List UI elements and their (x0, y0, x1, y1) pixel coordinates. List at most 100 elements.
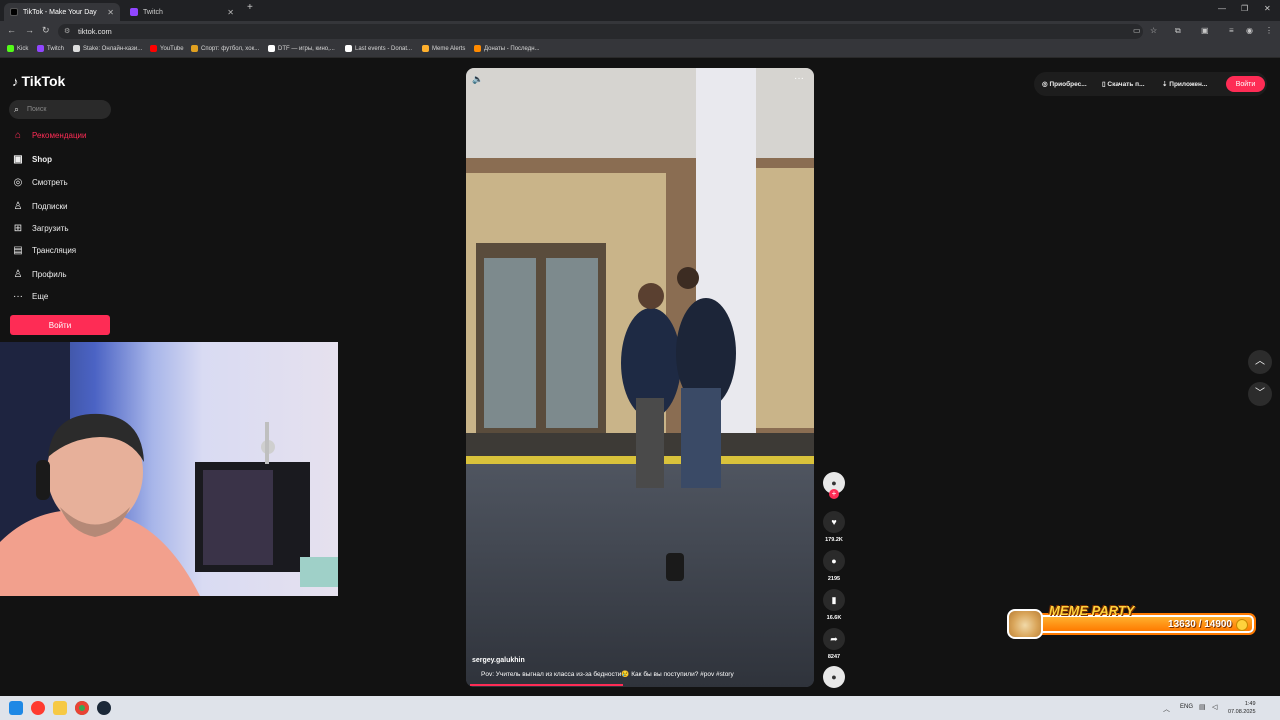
bookmark-icon: ▮ (823, 589, 845, 611)
previous-video-button[interactable]: ︿ (1248, 350, 1272, 374)
sidebar-item-following[interactable]: ♙ Подписки (12, 199, 68, 213)
chrome-icon[interactable] (75, 701, 89, 715)
sidebar-item-explore[interactable]: ◎ Смотреть (12, 175, 68, 189)
app-button[interactable]: ⇣ Приложен... (1162, 80, 1207, 88)
sidebar-item-label: Подписки (32, 201, 68, 211)
bookmark-favicon-icon (191, 45, 198, 52)
live-icon: ▤ (13, 244, 23, 256)
save-button[interactable]: ▮ 16.6K (823, 589, 845, 621)
webcam-overlay (0, 342, 338, 596)
site-info-icon[interactable]: ⚙ (64, 24, 70, 39)
follow-plus-icon[interactable]: + (829, 489, 839, 499)
tab-twitch[interactable]: Twitch ✕ (124, 3, 240, 21)
browser-menu-icon[interactable]: ⋮ (1265, 26, 1273, 35)
bookmark-label: Meme Alerts (432, 45, 466, 52)
like-count: 179.2K (825, 537, 843, 543)
extensions-icon[interactable]: ⧉ (1175, 26, 1181, 36)
sidebar-login-button[interactable]: Войти (10, 315, 110, 335)
forward-icon[interactable]: → (25, 25, 34, 35)
video-progress-bar[interactable] (470, 684, 623, 686)
close-window-icon[interactable]: ✕ (1264, 4, 1271, 13)
video-frame (466, 68, 814, 687)
bookmark-favicon-icon (422, 45, 429, 52)
clock-time: 1:49 (1244, 701, 1256, 707)
maximize-icon[interactable]: ❐ (1241, 4, 1248, 13)
windows-start-icon[interactable] (9, 701, 23, 715)
home-icon: ⌂ (14, 129, 22, 141)
music-disc-icon: ● (823, 666, 845, 688)
bookmark-donat[interactable]: Last events - Donat... (345, 45, 412, 52)
volume-tray-icon[interactable]: ◁ (1212, 703, 1217, 711)
sidebar-item-more[interactable]: ··· Еще (12, 289, 48, 303)
sidebar-item-upload[interactable]: ⊞ Загрузить (12, 221, 69, 235)
network-icon[interactable]: ▤ (1199, 703, 1206, 711)
meme-party-widget: 13630 / 14900 MEME PARTY (1001, 603, 1256, 639)
video-player[interactable] (466, 68, 814, 687)
bookmark-favicon-icon (7, 45, 14, 52)
compass-icon: ◎ (13, 176, 23, 188)
media-icon[interactable]: ≡ (1229, 26, 1234, 35)
sidepanel-icon[interactable]: ▣ (1201, 26, 1209, 35)
search-icon: ⌕ (14, 104, 20, 114)
sidebar-item-recommended[interactable]: ⌂ Рекомендации (12, 128, 87, 142)
chevron-up-icon: ︿ (1255, 356, 1265, 367)
coin-icon (1236, 619, 1248, 631)
profile-avatar-icon[interactable]: ◉ (1246, 26, 1253, 35)
bookmarks-bar: Kick Twitch Stake: Онлайн-кази... YouTub… (0, 42, 1280, 58)
tiktok-page: ♪ TikTok ⌕ Поиск ⌂ Рекомендации ▣ Shop ◎ См… (0, 59, 1280, 696)
bookmark-kick[interactable]: Kick (7, 45, 28, 52)
system-clock[interactable]: 1:49 07.08.2025 (1228, 700, 1256, 716)
heart-icon: ♥ (823, 511, 845, 533)
comment-button[interactable]: ● 2195 (823, 550, 845, 582)
creator-avatar[interactable]: ● + (823, 472, 845, 499)
tiktok-logo[interactable]: ♪ TikTok (12, 73, 65, 89)
bookmark-youtube[interactable]: YouTube (150, 45, 184, 52)
music-disc[interactable]: ● (823, 666, 845, 688)
like-button[interactable]: ♥ 179.2K (823, 511, 845, 543)
header-login-button[interactable]: Войти (1226, 76, 1265, 92)
steam-icon[interactable] (97, 701, 111, 715)
bookmark-stake[interactable]: Stake: Онлайн-кази... (73, 45, 142, 52)
back-icon[interactable]: ← (7, 25, 16, 35)
bookmark-label: Last events - Donat... (355, 45, 413, 52)
bookmark-twitch[interactable]: Twitch (37, 45, 64, 52)
cast-icon[interactable]: ▭ (1133, 26, 1141, 35)
comment-count: 2195 (827, 576, 841, 582)
bookmark-dtf[interactable]: DTF — игры, кино,... (268, 45, 335, 52)
profile-icon: ♙ (13, 268, 23, 280)
close-icon[interactable]: ✕ (107, 8, 114, 17)
share-button[interactable]: ➦ 8247 (823, 628, 845, 660)
video-caption: Pov: Учитель выгнал из класса из-за бедн… (481, 671, 734, 678)
bookmark-label: Донаты - Последн... (484, 45, 540, 52)
bookmark-star-icon[interactable]: ☆ (1150, 26, 1157, 35)
bookmark-sport[interactable]: Спорт: футбол, хок... (191, 45, 259, 52)
bookmark-favicon-icon (73, 45, 80, 52)
video-username[interactable]: sergey.galukhin (472, 657, 525, 664)
bookmark-meme-alerts[interactable]: Meme Alerts (422, 45, 465, 52)
bookmark-donations[interactable]: Донаты - Последн... (474, 45, 540, 52)
more-options-icon[interactable]: ··· (794, 73, 804, 84)
chevron-down-icon: ﹀ (1255, 388, 1265, 399)
tab-tiktok[interactable]: TikTok - Make Your Day ✕ (4, 3, 120, 21)
share-icon: ➦ (823, 628, 845, 650)
next-video-button[interactable]: ﹀ (1248, 382, 1272, 406)
sidebar-item-label: Загрузить (32, 223, 69, 233)
language-indicator[interactable]: ENG (1180, 704, 1193, 710)
file-explorer-icon[interactable] (53, 701, 67, 715)
new-tab-button[interactable]: + (247, 2, 253, 13)
url-input[interactable]: ⚙ tiktok.com (58, 24, 1143, 39)
download-app-button[interactable]: ▯ Скачать п... (1102, 80, 1145, 88)
buy-coins-button[interactable]: ◎ Приобрес... (1042, 80, 1087, 88)
tray-chevron-icon[interactable]: ︿ (1163, 704, 1170, 714)
yandex-browser-icon[interactable] (31, 701, 45, 715)
reload-icon[interactable]: ↻ (42, 25, 50, 36)
sidebar-item-live[interactable]: ▤ Трансляция (12, 243, 76, 257)
windows-taskbar: ︿ ENG ▤ ◁ 1:49 07.08.2025 (0, 696, 1280, 720)
sidebar-item-shop[interactable]: ▣ Shop (12, 152, 52, 166)
search-input[interactable]: ⌕ Поиск (9, 100, 111, 119)
sidebar-item-profile[interactable]: ♙ Профиль (12, 267, 67, 281)
minimize-icon[interactable]: — (1218, 4, 1226, 13)
address-bar-row: ← → ↻ ⚙ tiktok.com ▭ ☆ ⧉ ▣ ≡ ◉ ⋮ (0, 21, 1280, 42)
close-icon[interactable]: ✕ (227, 8, 234, 17)
volume-icon[interactable]: 🔈 (472, 74, 483, 85)
